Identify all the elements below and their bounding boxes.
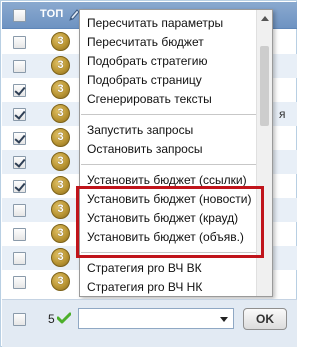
row-checkbox[interactable] bbox=[13, 84, 26, 97]
rank-badge-icon: 3 bbox=[51, 128, 70, 147]
menu-item[interactable]: Пересчитать параметры bbox=[87, 16, 223, 30]
menu-item[interactable]: Подобрать страницу bbox=[87, 73, 202, 87]
rank-badge-icon: 3 bbox=[51, 224, 70, 243]
row-checkbox[interactable] bbox=[13, 204, 26, 217]
row-checkbox[interactable] bbox=[13, 156, 26, 169]
rank-badge-icon: 3 bbox=[51, 272, 70, 291]
row-checkbox[interactable] bbox=[13, 36, 26, 49]
menu-item[interactable]: Сгенерировать тексты bbox=[87, 92, 212, 106]
menu-item[interactable]: Остановить запросы bbox=[87, 142, 202, 156]
rank-badge-icon: 3 bbox=[51, 176, 70, 195]
select-all-checkbox[interactable] bbox=[13, 9, 26, 22]
menu-separator bbox=[81, 164, 257, 165]
rank-badge-icon: 3 bbox=[51, 56, 70, 75]
table-footer: 5 OK bbox=[2, 299, 297, 347]
column-header-top[interactable]: ТОП bbox=[40, 8, 64, 20]
menu-item[interactable]: Стратегия pro ВЧ ВК bbox=[87, 261, 202, 275]
row-checkbox[interactable] bbox=[13, 180, 26, 193]
menu-item[interactable]: Подобрать стратегию bbox=[87, 54, 207, 68]
menu-scroll-up-arrow-icon[interactable] bbox=[261, 16, 269, 21]
action-select[interactable] bbox=[78, 308, 234, 329]
selected-count: 5 bbox=[48, 312, 55, 326]
row-text: я bbox=[279, 107, 286, 121]
menu-item[interactable]: Пересчитать бюджет bbox=[87, 35, 204, 49]
row-checkbox[interactable] bbox=[13, 252, 26, 265]
footer-checkbox[interactable] bbox=[13, 313, 26, 326]
row-checkbox[interactable] bbox=[13, 60, 26, 73]
grid-frame: ТОП 3 3 3 3 я 3 3 3 3 3 3 3 Пересчитать параметры Пе… bbox=[0, 0, 297, 347]
ok-button[interactable]: OK bbox=[243, 308, 287, 330]
row-checkbox[interactable] bbox=[13, 228, 26, 241]
menu-scrollbar-thumb[interactable] bbox=[260, 46, 269, 126]
row-checkbox[interactable] bbox=[13, 276, 26, 289]
chevron-down-icon[interactable] bbox=[220, 317, 228, 322]
rank-badge-icon: 3 bbox=[51, 104, 70, 123]
rank-badge-icon: 3 bbox=[51, 152, 70, 171]
menu-separator bbox=[81, 114, 257, 115]
highlight-annotation-box bbox=[76, 186, 264, 258]
row-checkbox[interactable] bbox=[13, 132, 26, 145]
green-check-icon bbox=[57, 312, 71, 324]
menu-item[interactable]: Запустить запросы bbox=[87, 123, 193, 137]
row-checkbox[interactable] bbox=[13, 108, 26, 121]
menu-item[interactable]: Стратегия pro ВЧ НК bbox=[87, 280, 202, 294]
rank-badge-icon: 3 bbox=[51, 200, 70, 219]
menu-item[interactable]: Установить бюджет (ссылки) bbox=[87, 173, 247, 187]
rank-badge-icon: 3 bbox=[51, 248, 70, 267]
rank-badge-icon: 3 bbox=[51, 32, 70, 51]
rank-badge-icon: 3 bbox=[51, 80, 70, 99]
